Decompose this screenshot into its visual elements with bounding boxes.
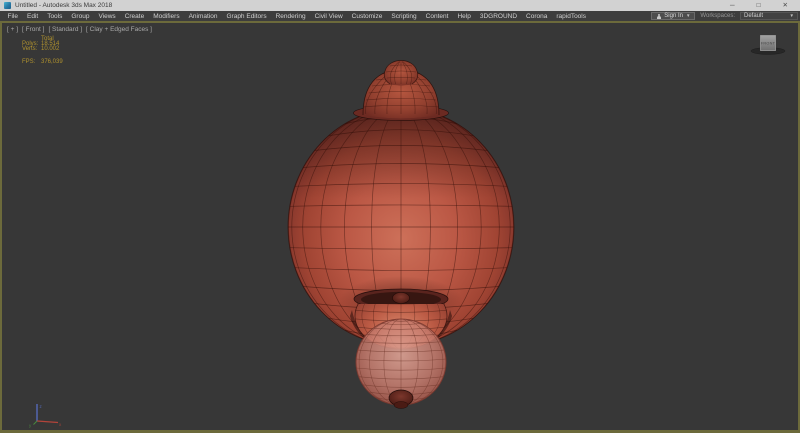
world-axis-gizmo: z x y — [29, 404, 62, 428]
menu-content[interactable]: Content — [421, 13, 453, 20]
menu-scripting[interactable]: Scripting — [387, 13, 421, 20]
stats-fps-label: FPS: — [22, 60, 41, 65]
menu-modifiers[interactable]: Modifiers — [149, 13, 184, 20]
viewcube[interactable]: FRONT — [749, 30, 789, 56]
app-window: Untitled - Autodesk 3ds Max 2018 ─ □ ✕ F… — [0, 0, 800, 433]
menu-corona[interactable]: Corona — [522, 13, 552, 20]
viewport-menu-shading[interactable]: [ Clay + Edged Faces ] — [86, 26, 152, 33]
menu-views[interactable]: Views — [94, 13, 120, 20]
viewport-label: [ + ] [ Front ] [ Standard ] [ Clay + Edged… — [7, 26, 152, 33]
axis-x-label: x — [59, 422, 62, 427]
sign-in-button[interactable]: Sign In ▼ — [651, 12, 695, 20]
viewport-menu-plus[interactable]: [ + ] — [7, 26, 18, 33]
axis-y-label: y — [29, 423, 32, 428]
menu-rapidtools[interactable]: rapidTools — [552, 13, 591, 20]
menu-file[interactable]: File — [3, 13, 22, 20]
stats-fps-value: 376,039 — [41, 60, 63, 65]
menu-bar: FileEditToolsGroupViewsCreateModifiersAn… — [0, 11, 800, 21]
menu-graph-editors[interactable]: Graph Editors — [222, 13, 271, 20]
menu-rendering[interactable]: Rendering — [271, 13, 310, 20]
menu-animation[interactable]: Animation — [184, 13, 222, 20]
maximize-button[interactable]: □ — [757, 0, 761, 11]
window-title: Untitled - Autodesk 3ds Max 2018 — [15, 2, 112, 9]
viewcube-front-label: FRONT — [761, 42, 776, 46]
menu-help[interactable]: Help — [453, 13, 475, 20]
chevron-down-icon: ▼ — [686, 14, 690, 19]
minimize-button[interactable]: ─ — [730, 0, 735, 11]
menu-customize[interactable]: Customize — [347, 13, 387, 20]
model-connector-knob — [393, 293, 410, 304]
sign-in-label: Sign In — [664, 13, 683, 19]
statistics-overlay: Total Polys: 18.514 Verts: 10.002 FPS: 3… — [22, 37, 63, 65]
menu-civil-view[interactable]: Civil View — [310, 13, 347, 20]
title-bar: Untitled - Autodesk 3ds Max 2018 ─ □ ✕ — [0, 0, 800, 11]
user-icon — [656, 14, 661, 19]
viewport-menu-renderer[interactable]: [ Standard ] — [48, 26, 82, 33]
close-button[interactable]: ✕ — [783, 0, 788, 11]
3dsmax-app-icon — [4, 2, 11, 9]
viewport-menu-view[interactable]: [ Front ] — [22, 26, 44, 33]
menu-bar-right: Sign In ▼ Workspaces: Default ▼ — [651, 12, 800, 20]
model-bottom-knob — [389, 390, 413, 409]
workspaces-label: Workspaces: — [700, 13, 735, 19]
viewport[interactable]: z x y [ + ] [ Front ] [ Standard ] [ Clay +… — [0, 21, 800, 433]
menu-3dground[interactable]: 3DGROUND — [475, 13, 521, 20]
menu-create[interactable]: Create — [120, 13, 149, 20]
menu-items: FileEditToolsGroupViewsCreateModifiersAn… — [3, 13, 591, 20]
axis-z-label: z — [40, 404, 43, 409]
menu-group[interactable]: Group — [67, 13, 94, 20]
menu-tools[interactable]: Tools — [43, 13, 67, 20]
model-3d[interactable]: z x y — [2, 23, 798, 430]
workspace-select[interactable]: Default ▼ — [740, 12, 798, 20]
window-controls: ─ □ ✕ — [730, 0, 796, 11]
workspace-value: Default — [744, 13, 763, 19]
chevron-down-icon: ▼ — [790, 14, 794, 19]
menu-edit[interactable]: Edit — [22, 13, 42, 20]
